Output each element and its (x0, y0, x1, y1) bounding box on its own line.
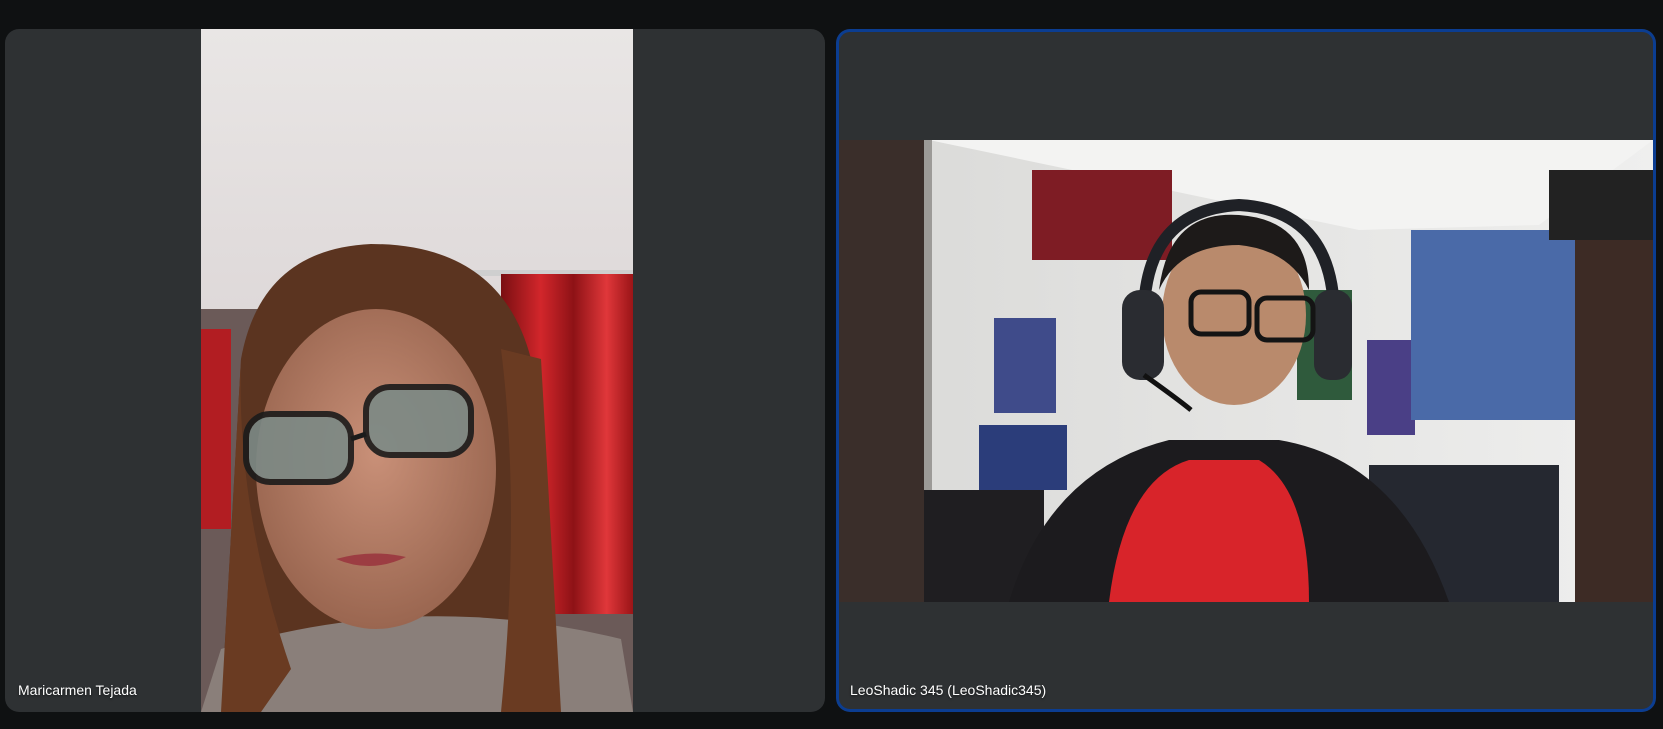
video-frame (839, 140, 1653, 602)
video-call-grid: Maricarmen Tejada LeoShadic 345 (LeoShad… (0, 0, 1663, 729)
video-frame (201, 29, 633, 712)
participant-tile-maricarmen[interactable]: Maricarmen Tejada (5, 29, 825, 712)
participant-name-label: LeoShadic 345 (LeoShadic345) (850, 682, 1047, 698)
smash-bros-poster (1411, 230, 1581, 420)
participant-tile-leoshadic[interactable]: LeoShadic 345 (LeoShadic345) (836, 29, 1656, 712)
participant-video-feed (201, 29, 633, 712)
participant-video-feed (839, 140, 1653, 602)
air-conditioner (1549, 170, 1653, 240)
participant-name-label: Maricarmen Tejada (18, 682, 137, 698)
spiderman-poster (1032, 170, 1172, 260)
